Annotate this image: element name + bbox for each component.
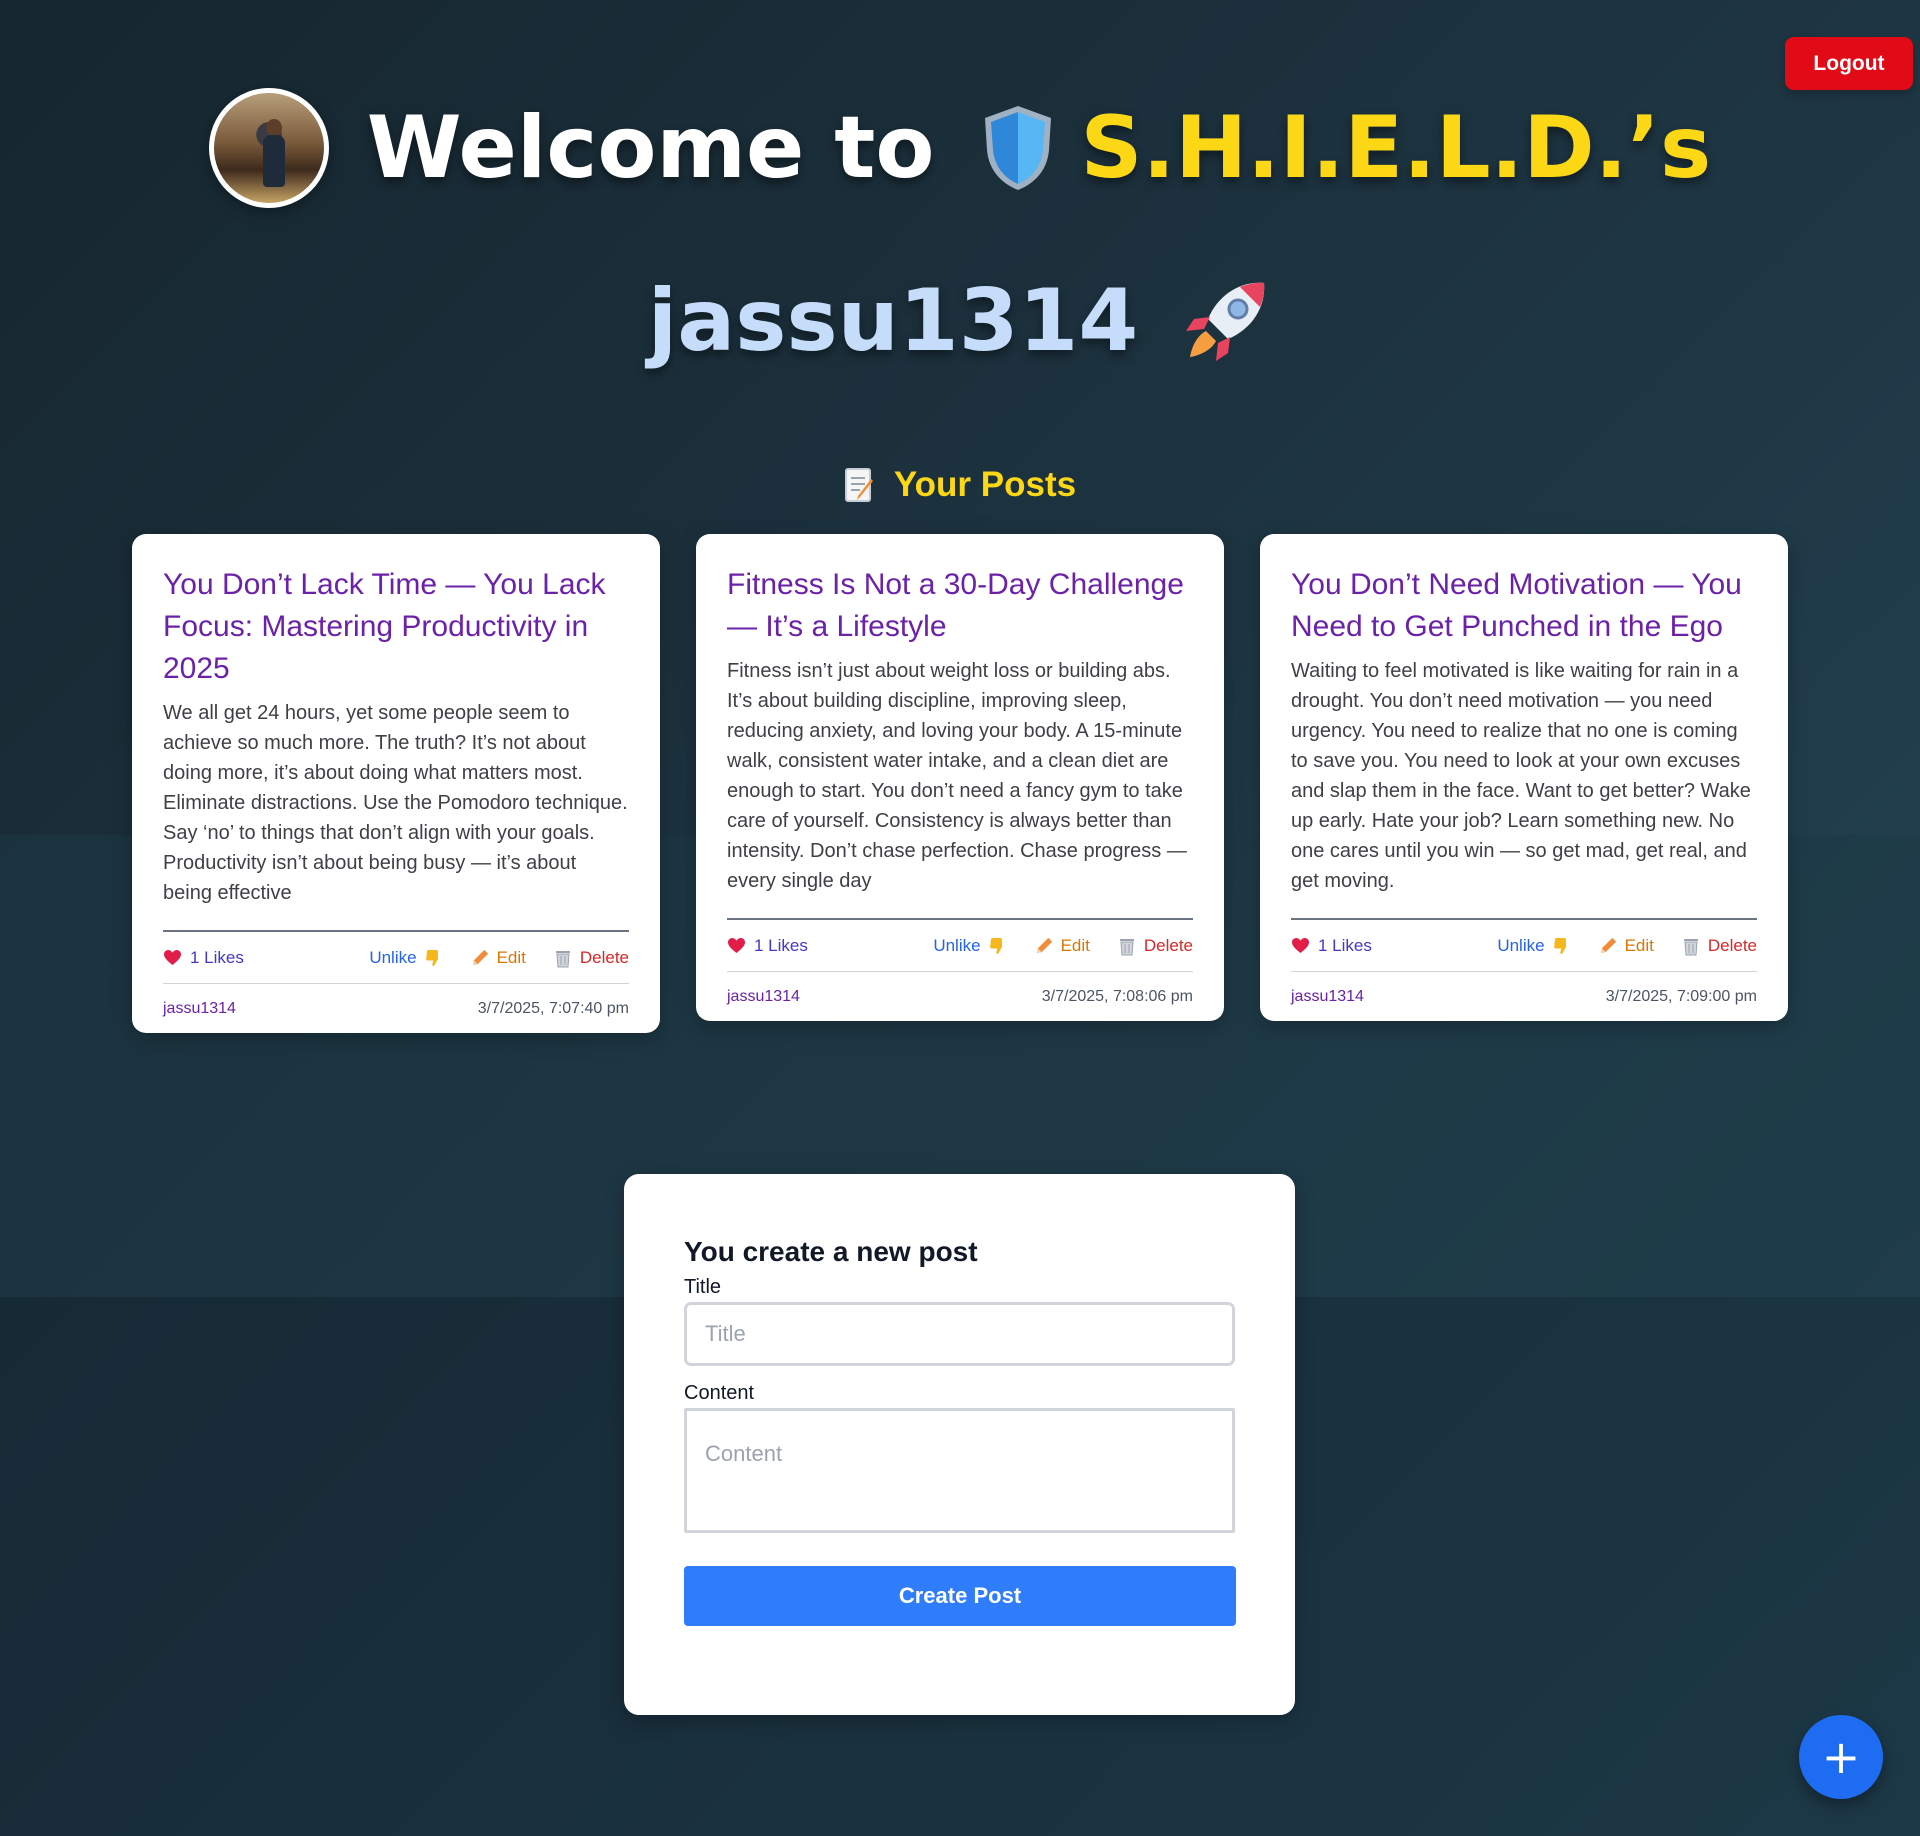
title-label: Title — [684, 1276, 722, 1298]
memo-icon — [844, 468, 873, 502]
post-title: Fitness Is Not a 30-Day Challenge — It’s… — [727, 568, 1184, 643]
brand-name: S.H.I.E.L.D.’s — [1080, 98, 1712, 198]
plus-icon: + — [1821, 1730, 1861, 1784]
pencil-icon — [472, 949, 488, 966]
rocket-icon — [1186, 282, 1265, 361]
post-actions: 1 Likes Unlike Edit Delete — [727, 918, 1193, 972]
edit-button[interactable]: Edit — [471, 948, 526, 968]
like-count: 1 Likes — [163, 948, 244, 968]
post-meta: jassu1314 3/7/2025, 7:09:00 pm — [1291, 972, 1757, 1021]
post-meta: jassu1314 3/7/2025, 7:07:40 pm — [163, 984, 629, 1033]
heart-icon — [1292, 937, 1309, 954]
post-meta: jassu1314 3/7/2025, 7:08:06 pm — [727, 972, 1193, 1021]
avatar — [208, 88, 329, 208]
thumbs-down-icon — [989, 937, 1002, 954]
delete-button[interactable]: Delete — [1118, 936, 1193, 956]
post-timestamp: 3/7/2025, 7:07:40 pm — [477, 999, 629, 1017]
post-title: You Don’t Need Motivation — You Need to … — [1291, 568, 1742, 643]
username-heading: jassu1314 — [647, 271, 1139, 371]
edit-button[interactable]: Edit — [1035, 936, 1090, 956]
like-count: 1 Likes — [1291, 936, 1372, 956]
edit-button[interactable]: Edit — [1599, 936, 1654, 956]
post-actions: 1 Likes Unlike Edit Delete — [163, 930, 629, 984]
unlike-button[interactable]: Unlike — [933, 936, 1004, 956]
create-post-button[interactable]: Create Post — [684, 1566, 1236, 1626]
create-post-form: You create a new post Title Content Crea… — [624, 1174, 1295, 1715]
post-card: You Don’t Need Motivation — You Need to … — [1260, 534, 1788, 1021]
post-card: Fitness Is Not a 30-Day Challenge — It’s… — [696, 534, 1224, 1021]
delete-button[interactable]: Delete — [554, 948, 629, 968]
your-posts-heading: Your Posts — [0, 465, 1920, 505]
section-title: Your Posts — [893, 465, 1077, 504]
post-timestamp: 3/7/2025, 7:08:06 pm — [1041, 987, 1193, 1005]
post-author: jassu1314 — [1291, 987, 1364, 1005]
delete-button[interactable]: Delete — [1682, 936, 1757, 956]
pencil-icon — [1036, 937, 1052, 954]
post-card: You Don’t Lack Time — You Lack Focus: Ma… — [132, 534, 660, 1033]
post-content: Waiting to feel motivated is like waitin… — [1291, 660, 1751, 892]
post-timestamp: 3/7/2025, 7:09:00 pm — [1605, 987, 1757, 1005]
trash-icon — [1119, 938, 1134, 955]
welcome-header: Welcome to S.H.I.E.L.D.’s jassu1314 — [0, 88, 1920, 376]
title-input[interactable] — [684, 1302, 1235, 1366]
content-textarea[interactable] — [684, 1408, 1235, 1533]
thumbs-down-icon — [1553, 937, 1566, 954]
add-post-fab[interactable]: + — [1799, 1715, 1883, 1799]
welcome-text: Welcome to — [366, 98, 935, 198]
trash-icon — [555, 950, 570, 967]
form-heading: You create a new post — [684, 1236, 978, 1267]
unlike-button[interactable]: Unlike — [369, 948, 440, 968]
thumbs-down-icon — [425, 949, 438, 966]
like-count: 1 Likes — [727, 936, 808, 956]
shield-icon — [984, 106, 1051, 190]
post-actions: 1 Likes Unlike Edit Delete — [1291, 918, 1757, 972]
pencil-icon — [1600, 937, 1616, 954]
post-author: jassu1314 — [727, 987, 800, 1005]
heart-icon — [728, 937, 745, 954]
content-label: Content — [684, 1382, 755, 1404]
unlike-button[interactable]: Unlike — [1497, 936, 1568, 956]
post-author: jassu1314 — [163, 999, 236, 1017]
post-title: You Don’t Lack Time — You Lack Focus: Ma… — [163, 568, 606, 685]
logout-button[interactable]: Logout — [1785, 37, 1913, 90]
post-content: Fitness isn’t just about weight loss or … — [727, 660, 1187, 892]
trash-icon — [1683, 938, 1698, 955]
heart-icon — [164, 949, 181, 966]
post-content: We all get 24 hours, yet some people see… — [163, 702, 628, 904]
